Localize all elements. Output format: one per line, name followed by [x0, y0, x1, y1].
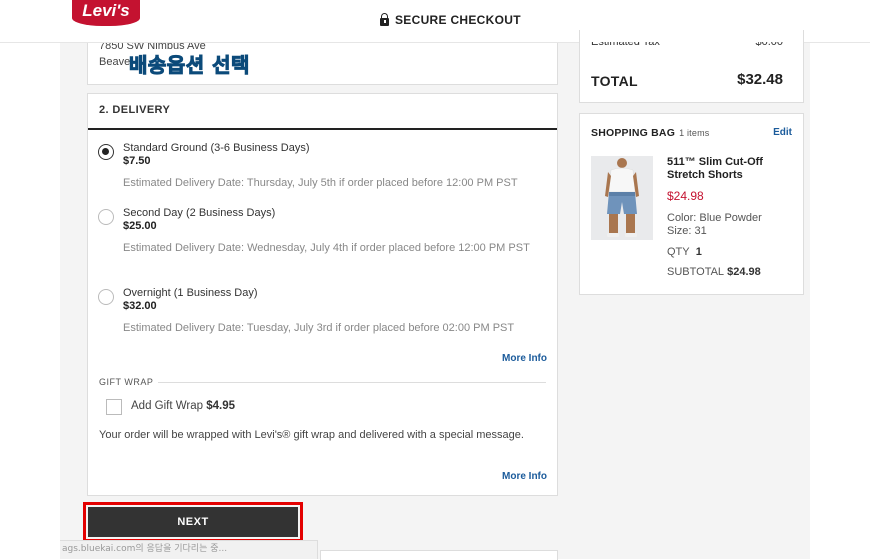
order-total-card: Estimated Tax $0.00 TOTAL $32.48 — [579, 30, 804, 103]
product-name[interactable]: 511™ Slim Cut-Off Stretch Shorts — [667, 156, 787, 182]
delivery-section: 2. DELIVERY Standard Ground (3-6 Busines… — [87, 93, 558, 496]
bag-item-count: 1 items — [679, 128, 710, 138]
product-qty: QTY 1 — [667, 246, 702, 258]
product-size: Size: 31 — [667, 225, 707, 237]
lock-icon — [380, 12, 389, 26]
option-name: Overnight (1 Business Day) — [123, 287, 258, 299]
delivery-section-title: 2. DELIVERY — [99, 104, 171, 116]
subtotal-label: SUBTOTAL — [667, 266, 725, 278]
delivery-title-divider — [88, 128, 557, 130]
radio-standard-selected[interactable] — [98, 144, 114, 160]
radio-overnight[interactable] — [98, 289, 114, 305]
option-estimate: Estimated Delivery Date: Thursday, July … — [123, 177, 518, 189]
option-name: Standard Ground (3-6 Business Days) — [123, 142, 310, 154]
product-photo-graphic — [591, 156, 653, 240]
next-button[interactable]: NEXT — [88, 507, 298, 537]
browser-status-bar: ags.bluekai.com의 응답을 기다리는 중... — [60, 540, 318, 559]
secure-checkout-text: SECURE CHECKOUT — [395, 13, 521, 27]
delivery-more-info-link[interactable]: More Info — [502, 353, 547, 364]
option-name: Second Day (2 Business Days) — [123, 207, 276, 219]
option-price: $25.00 — [123, 220, 157, 232]
gift-wrap-more-info-link[interactable]: More Info — [502, 471, 547, 482]
gift-wrap-description: Your order will be wrapped with Levi's® … — [99, 429, 524, 441]
tax-clip — [580, 30, 803, 42]
product-image — [591, 156, 653, 240]
gift-wrap-checkbox[interactable] — [106, 399, 122, 415]
product-subtotal: SUBTOTAL $24.98 — [667, 266, 761, 278]
gift-wrap-text: Add Gift Wrap — [131, 400, 204, 412]
delivery-option-annotation: 배송옵션 선택 — [129, 53, 250, 78]
option-price: $7.50 — [123, 155, 151, 167]
option-estimate: Estimated Delivery Date: Tuesday, July 3… — [123, 322, 515, 334]
next-button-highlight: NEXT — [83, 502, 303, 542]
shopping-bag-card: SHOPPING BAG 1 items Edit 511™ Slim Cut-O… — [579, 113, 804, 295]
shopping-bag-title-text: SHOPPING BAG — [591, 127, 676, 139]
address-line-2: Beave — [99, 56, 131, 68]
subtotal-value: $24.98 — [727, 266, 761, 278]
bag-edit-link[interactable]: Edit — [773, 127, 792, 138]
total-value: $32.48 — [737, 71, 783, 88]
product-price: $24.98 — [667, 189, 704, 203]
shopping-bag-title: SHOPPING BAG 1 items — [591, 127, 710, 139]
option-estimate: Estimated Delivery Date: Wednesday, July… — [123, 242, 530, 254]
qty-value: 1 — [695, 246, 702, 258]
gift-wrap-label[interactable]: Add Gift Wrap $4.95 — [131, 400, 235, 412]
gift-wrap-divider — [158, 382, 546, 383]
gift-wrap-heading: GIFT WRAP — [99, 377, 154, 387]
product-color: Color: Blue Powder — [667, 212, 762, 224]
qty-label: QTY — [667, 246, 690, 258]
radio-second-day[interactable] — [98, 209, 114, 225]
option-price: $32.00 — [123, 300, 157, 312]
levis-logo[interactable]: Levi's — [72, 0, 140, 26]
delivery-option-overnight[interactable]: Overnight (1 Business Day) $32.00 Estima… — [98, 287, 548, 337]
total-label: TOTAL — [591, 73, 638, 89]
delivery-option-second-day[interactable]: Second Day (2 Business Days) $25.00 Esti… — [98, 207, 548, 269]
gift-wrap-price: $4.95 — [206, 400, 235, 412]
delivery-option-standard[interactable]: Standard Ground (3-6 Business Days) $7.5… — [98, 142, 548, 192]
secure-checkout-label: SECURE CHECKOUT — [380, 12, 521, 27]
